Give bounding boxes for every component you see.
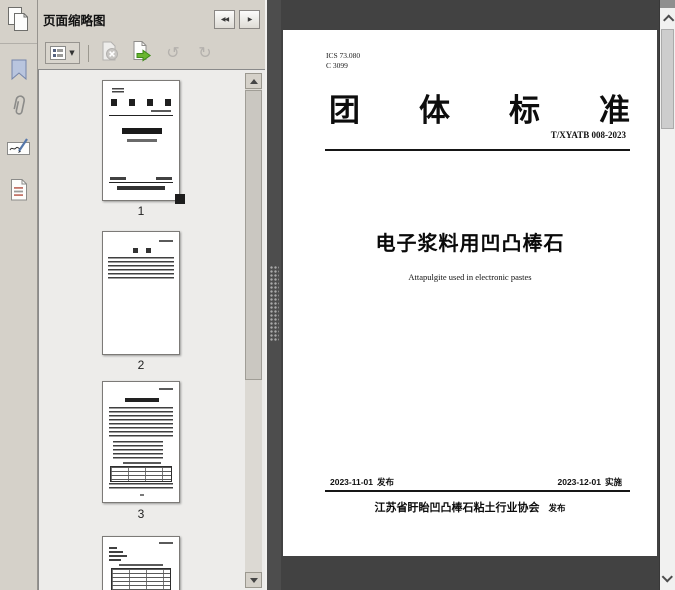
thumbnail-page-4[interactable]: [102, 536, 180, 590]
thumbnail-sketch: [122, 128, 162, 134]
thumbnail-sketch: [156, 177, 172, 180]
rotate-ccw-icon: ↺: [166, 45, 179, 61]
scrollbar-thumb[interactable]: [245, 90, 262, 380]
scrollbar-thumb[interactable]: [661, 29, 674, 129]
paperclip-icon: [8, 92, 30, 125]
standard-number: T/XYATB 008-2023: [551, 130, 626, 140]
options-list-icon: [50, 46, 66, 60]
thumbnail-page-2[interactable]: [102, 231, 180, 355]
thumbnail-sketch: [109, 559, 121, 561]
page-number-label: 2: [102, 358, 180, 372]
thumbnail-sketch: [111, 568, 171, 590]
rotate-ccw-button[interactable]: ↺: [160, 41, 186, 65]
thumbnail-sketch: [112, 88, 124, 93]
signature-icon: [6, 135, 32, 162]
thumbnail-sketch: [109, 547, 117, 549]
thumbnail-sketch: [159, 388, 173, 390]
signatures-panel-button[interactable]: [0, 132, 37, 164]
thumbnail-sketch: [113, 441, 163, 459]
thumbnails-list: 1 2 3: [38, 69, 265, 590]
thumbnail-sketch: [127, 139, 157, 142]
panel-title: 页面缩略图: [43, 10, 106, 29]
thumbnail-sketch: [109, 555, 127, 557]
thumbnails-scrollbar[interactable]: [245, 73, 262, 588]
scroll-up-button[interactable]: [245, 73, 262, 89]
thumbnail-sketch: [117, 186, 165, 190]
header-rule: [325, 149, 630, 151]
chevron-down-icon: ▼: [69, 49, 74, 57]
thumbnail-sketch: [133, 248, 151, 253]
extract-page-icon: [130, 40, 152, 67]
ics-code: ICS 73.080 C 3099: [326, 51, 360, 70]
collapse-panel-button[interactable]: ◀◀: [214, 10, 235, 29]
issue-date: 2023-11-01: [330, 477, 373, 487]
expand-panel-button[interactable]: ▶: [239, 10, 260, 29]
triangle-down-icon: [250, 578, 258, 583]
pages-panel-button[interactable]: [0, 0, 37, 44]
chevron-up-icon: [663, 14, 674, 25]
standards-panel-button[interactable]: [0, 176, 37, 208]
thumbnails-panel-header: 页面缩略图 ◀◀ ▶: [38, 0, 265, 38]
bookmark-icon: [8, 58, 30, 87]
rotate-cw-icon: ↻: [198, 45, 211, 61]
footer-dates: 2023-11-01 发布 2023-12-01 实施: [330, 476, 626, 488]
extract-pages-button[interactable]: [128, 41, 154, 65]
attachments-panel-button[interactable]: [0, 92, 37, 124]
thumbnail-sketch: [140, 494, 144, 496]
document-list-icon: [8, 177, 30, 208]
thumbnail-sketch: [159, 240, 173, 242]
implement-date: 2023-12-01: [558, 477, 601, 487]
thumbnail-sketch: [109, 551, 123, 553]
chevron-down-icon: [661, 571, 672, 582]
thumbnail-page-3[interactable]: [102, 381, 180, 503]
standard-type-heading: 团体标准: [329, 85, 630, 130]
thumbnail-sketch: [109, 115, 173, 116]
thumbnail-sketch: [109, 182, 173, 183]
thumbnail-sketch: [151, 110, 171, 112]
panel-splitter[interactable]: [265, 0, 281, 590]
thumbnail-sketch: [110, 177, 126, 180]
delete-page-icon: [98, 40, 120, 67]
thumbnail-sketch: [111, 99, 171, 106]
thumbnail-sketch: [123, 462, 161, 464]
thumbnails-toolbar: ▼: [38, 38, 265, 68]
publisher-line: 江苏省盱眙凹凸棒石粘土行业协会发布: [283, 499, 657, 515]
pages-icon: [6, 5, 32, 38]
implement-label: 实施: [605, 477, 622, 487]
document-title-en: Attapulgite used in electronic pastes: [283, 272, 657, 282]
rotate-cw-button[interactable]: ↻: [192, 41, 218, 65]
pdf-viewer: 页面缩略图 ◀◀ ▶ ▼: [0, 0, 675, 590]
document-scrollbar[interactable]: [659, 0, 675, 590]
thumbnail-page-1[interactable]: [102, 80, 180, 201]
page-number-label: 3: [102, 507, 180, 521]
thumbnail-sketch: [108, 257, 174, 279]
thumbnail-sketch: [125, 398, 159, 402]
delete-pages-button[interactable]: [96, 41, 122, 65]
toolbar-separator: [88, 45, 89, 62]
footer-rule: [325, 490, 630, 492]
thumbnails-panel: 页面缩略图 ◀◀ ▶ ▼: [38, 0, 265, 590]
thumbnail-sketch: [159, 542, 173, 544]
scrollbar-corner: [660, 0, 675, 8]
thumbnail-sketch: [110, 466, 172, 482]
thumbnail-resize-handle[interactable]: [175, 194, 185, 204]
document-title-cn: 电子浆料用凹凸棒石: [283, 227, 657, 256]
scroll-down-button[interactable]: [660, 569, 675, 588]
issue-label: 发布: [377, 477, 394, 487]
nav-sidebar: [0, 0, 38, 590]
scroll-down-button[interactable]: [245, 572, 262, 588]
publisher-label: 发布: [548, 503, 565, 513]
thumbnail-sketch: [109, 483, 173, 490]
triangle-up-icon: [250, 79, 258, 84]
options-menu-button[interactable]: ▼: [45, 42, 80, 64]
thumbnail-sketch: [119, 564, 163, 566]
document-page: ICS 73.080 C 3099 团体标准 T/XYATB 008-2023 …: [283, 30, 657, 556]
document-view[interactable]: ICS 73.080 C 3099 团体标准 T/XYATB 008-2023 …: [281, 0, 659, 590]
page-number-label: 1: [102, 204, 180, 218]
bookmarks-panel-button[interactable]: [0, 56, 37, 88]
scroll-up-button[interactable]: [660, 8, 675, 27]
splitter-grip-icon: [270, 266, 279, 342]
thumbnail-sketch: [109, 407, 173, 438]
publisher-name: 江苏省盱眙凹凸棒石粘土行业协会: [374, 502, 539, 514]
